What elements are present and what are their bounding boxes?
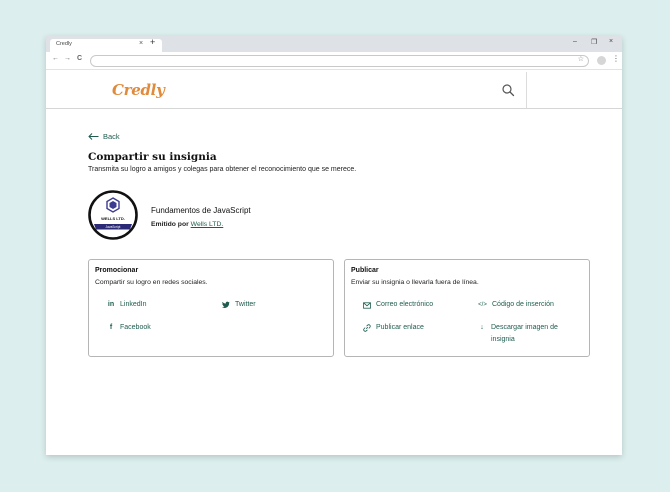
envelope-icon [363, 301, 371, 309]
browser-window: Credly × + – ❐ × ← → C ☆ ⋮ Credly Back C… [46, 36, 622, 455]
main-content: Back Compartir su insignia Transmita su … [46, 109, 622, 455]
header-divider [526, 72, 527, 108]
embed-code-label: Código de inserción [492, 301, 554, 308]
promote-subtitle: Compartir su logro en redes sociales. [95, 279, 208, 286]
address-bar[interactable]: ☆ [90, 55, 589, 67]
back-link[interactable]: Back [88, 132, 120, 141]
back-arrow-icon[interactable]: ← [52, 55, 59, 62]
page-title: Compartir su insignia [88, 151, 217, 163]
code-icon: </> [478, 302, 487, 308]
facebook-label: Facebook [120, 324, 151, 331]
forward-arrow-icon[interactable]: → [64, 55, 71, 62]
bookmark-star-icon[interactable]: ☆ [578, 55, 584, 63]
promote-card: Promocionar Compartir su logro en redes … [88, 259, 334, 357]
reload-icon[interactable]: C [77, 55, 82, 62]
download-arrow-icon: ↓ [480, 324, 484, 331]
issuer-link[interactable]: Wells LTD. [191, 221, 224, 228]
publish-link-button[interactable]: Publicar enlace [363, 322, 424, 334]
badge-image: WELLS LTD. JavaScript [88, 190, 138, 240]
linkedin-label: LinkedIn [120, 301, 147, 308]
download-image-button[interactable]: ↓ Descargar imagen de insignia [478, 322, 578, 346]
linkedin-icon: in [107, 301, 115, 308]
twitter-icon [222, 301, 230, 308]
issuer-prefix: Emitido por [151, 221, 189, 228]
minimize-button[interactable]: – [573, 38, 577, 45]
facebook-icon: f [109, 324, 113, 331]
badge-emblem-text: WELLS LTD. [101, 216, 125, 221]
site-header: Credly [46, 72, 622, 109]
publish-link-label: Publicar enlace [376, 324, 424, 331]
browser-menu-icon[interactable]: ⋮ [612, 54, 620, 63]
promote-title: Promocionar [95, 267, 139, 274]
new-tab-button[interactable]: + [150, 38, 155, 47]
twitter-label: Twitter [235, 301, 256, 308]
download-image-label: Descargar imagen de insignia [491, 324, 558, 343]
link-icon [363, 324, 371, 332]
tab-title: Credly [56, 41, 72, 47]
page-subtitle: Transmita su logro a amigos y colegas pa… [88, 166, 357, 173]
back-label: Back [103, 132, 120, 141]
badge-issuer: Emitido por Wells LTD. [151, 221, 223, 228]
badge-ribbon-text: JavaScript [106, 225, 121, 229]
credly-logo[interactable]: Credly [112, 81, 165, 99]
search-icon[interactable] [501, 83, 515, 97]
publish-card: Publicar Enviar su insignia o llevarla f… [344, 259, 590, 357]
embed-code-button[interactable]: </> Código de inserción [478, 299, 554, 311]
email-button[interactable]: Correo electrónico [363, 299, 433, 311]
window-close-button[interactable]: × [609, 38, 613, 45]
browser-tab[interactable]: Credly × [50, 39, 162, 52]
publish-title: Publicar [351, 267, 379, 274]
restore-button[interactable]: ❐ [591, 38, 597, 46]
share-twitter-button[interactable]: Twitter [222, 299, 256, 311]
share-facebook-button[interactable]: f Facebook [107, 322, 151, 334]
publish-subtitle: Enviar su insignia o llevarla fuera de l… [351, 279, 479, 286]
back-arrow-icon [88, 133, 99, 140]
profile-avatar[interactable] [597, 56, 606, 65]
tab-bar: Credly × + – ❐ × [46, 36, 622, 52]
badge-name: Fundamentos de JavaScript [151, 206, 251, 215]
email-label: Correo electrónico [376, 301, 434, 308]
address-row: ← → C ☆ ⋮ [46, 52, 622, 70]
tab-close-icon[interactable]: × [139, 40, 143, 47]
share-linkedin-button[interactable]: in LinkedIn [107, 299, 147, 311]
